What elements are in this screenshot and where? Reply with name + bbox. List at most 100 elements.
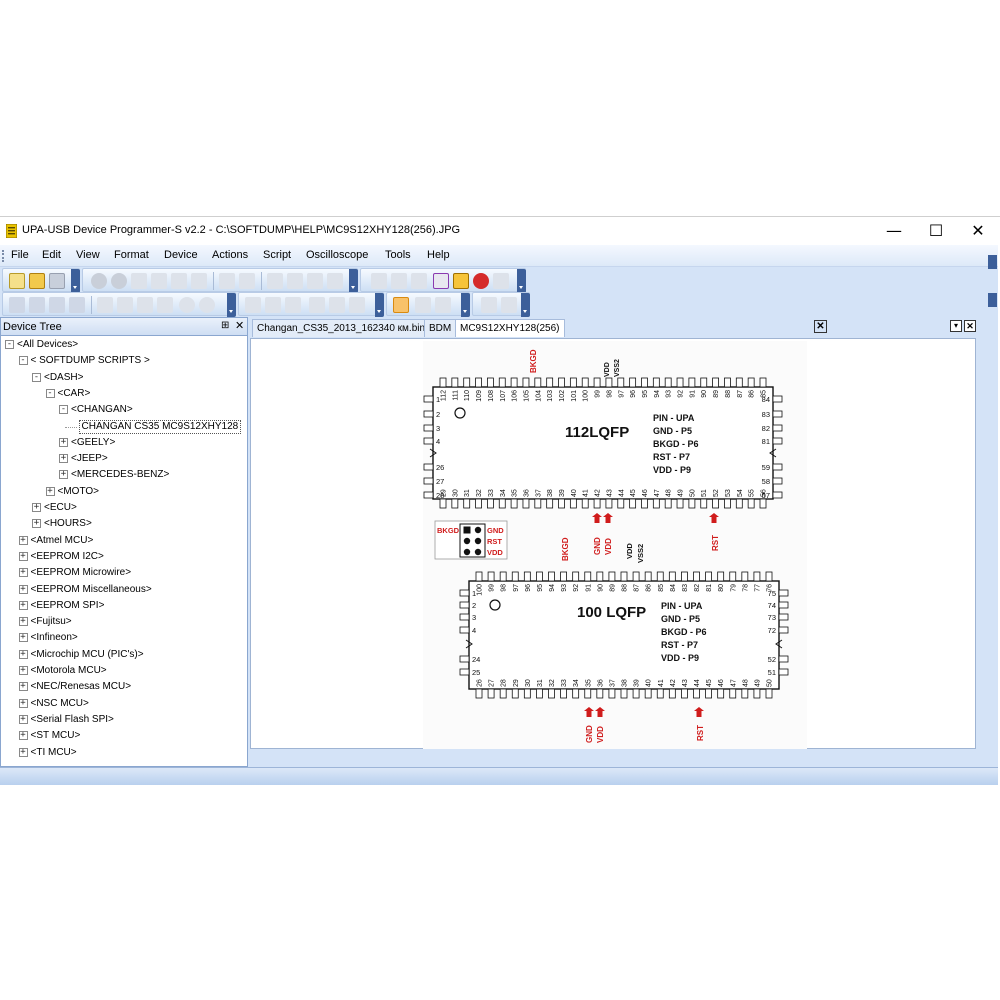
toolbar-overflow-icon[interactable] — [988, 293, 997, 307]
delete-icon[interactable] — [191, 273, 207, 289]
tree-toggle-icon[interactable]: + — [59, 470, 68, 480]
align-right-icon[interactable] — [349, 297, 365, 313]
italic-icon[interactable] — [265, 297, 281, 313]
tree-toggle-icon[interactable]: + — [18, 633, 28, 643]
tree-item[interactable]: <TI MCU> — [31, 747, 77, 759]
menu-format[interactable]: Format — [114, 249, 149, 261]
tree-toggle-icon[interactable]: - — [32, 372, 41, 382]
stop-icon[interactable] — [501, 297, 517, 313]
tree-toggle-icon[interactable]: + — [18, 714, 28, 724]
redo-icon[interactable] — [111, 273, 127, 289]
next-icon[interactable] — [137, 297, 153, 313]
tree-toggle-icon[interactable]: + — [18, 535, 28, 545]
document-menu-button[interactable]: ▾ — [950, 320, 962, 332]
first-icon[interactable] — [97, 297, 113, 313]
align-left-icon[interactable] — [309, 297, 325, 313]
select-area-icon[interactable] — [415, 297, 431, 313]
tree-item[interactable]: < SOFTDUMP SCRIPTS > — [31, 355, 150, 367]
tree-toggle-icon[interactable]: + — [18, 617, 28, 627]
toolbar-overflow-icon[interactable] — [375, 293, 384, 317]
tree-toggle-icon[interactable]: - — [5, 340, 14, 349]
pointer-icon[interactable] — [393, 297, 409, 313]
tab-changan-bin[interactable]: Changan_CS35_2013_162340 км.bin — [252, 319, 431, 337]
tree-toggle-icon[interactable]: + — [18, 731, 28, 741]
maximize-button[interactable]: ☐ — [914, 217, 958, 245]
save-icon[interactable] — [49, 273, 65, 289]
underline-icon[interactable] — [285, 297, 301, 313]
pin-icon[interactable]: ⊞ — [221, 320, 229, 331]
menu-tools[interactable]: Tools — [385, 249, 411, 261]
open-icon[interactable] — [29, 273, 45, 289]
menu-device[interactable]: Device — [164, 249, 198, 261]
tree-toggle-icon[interactable]: + — [18, 747, 28, 757]
debug-icon[interactable] — [473, 273, 489, 289]
tree-item[interactable]: CHANGAN CS35 MC9S12XHY128 — [78, 419, 242, 434]
memory-icon[interactable] — [411, 273, 427, 289]
toolbar-overflow-icon[interactable] — [227, 293, 236, 317]
prev-icon[interactable] — [117, 297, 133, 313]
forward-icon[interactable] — [199, 297, 215, 313]
tree-item[interactable]: <EEPROM Miscellaneous> — [31, 584, 152, 596]
menu-file[interactable]: File — [11, 249, 29, 261]
hand-icon[interactable] — [435, 297, 451, 313]
menu-actions[interactable]: Actions — [212, 249, 248, 261]
toolbar-overflow-icon[interactable] — [521, 293, 530, 317]
tree-item[interactable]: <DASH> — [44, 372, 83, 384]
copy-icon[interactable] — [151, 273, 167, 289]
menu-edit[interactable]: Edit — [42, 249, 61, 261]
tree-item[interactable]: <MOTO> — [58, 486, 100, 498]
tree-item[interactable]: <MERCEDES-BENZ> — [71, 469, 169, 481]
new-icon[interactable] — [9, 273, 25, 289]
toolbar-overflow-icon[interactable] — [517, 269, 526, 293]
tree-toggle-icon[interactable]: + — [45, 486, 55, 496]
tree-item[interactable]: <HOURS> — [44, 518, 92, 530]
tree-item[interactable]: <CAR> — [58, 388, 91, 400]
tree-item[interactable]: <All Devices> — [17, 339, 78, 351]
tree-item[interactable]: <ECU> — [44, 502, 77, 514]
zoom-in-icon[interactable] — [9, 297, 25, 313]
edit-script-icon[interactable] — [493, 273, 509, 289]
tree-toggle-icon[interactable]: - — [45, 388, 55, 398]
close-button[interactable]: ✕ — [956, 217, 1000, 245]
write-icon[interactable] — [391, 273, 407, 289]
read-icon[interactable] — [371, 273, 387, 289]
last-icon[interactable] — [157, 297, 173, 313]
script-run-icon[interactable] — [453, 273, 469, 289]
align-center-icon[interactable] — [329, 297, 345, 313]
tree-item[interactable]: <CHANGAN> — [71, 404, 133, 416]
tree-item[interactable]: <Microchip MCU (PIC's)> — [31, 649, 144, 661]
tree-item[interactable]: <ST MCU> — [31, 730, 81, 742]
tree-toggle-icon[interactable]: + — [18, 568, 28, 578]
toolbar-overflow-icon[interactable] — [461, 293, 470, 317]
compare-icon[interactable] — [307, 273, 323, 289]
tree-toggle-icon[interactable]: + — [18, 584, 28, 594]
fit-icon[interactable] — [49, 297, 65, 313]
bold-icon[interactable] — [245, 297, 261, 313]
close-panel-button[interactable]: ✕ — [235, 319, 244, 332]
refresh-icon[interactable] — [327, 273, 343, 289]
tree-item[interactable]: <Atmel MCU> — [31, 535, 94, 547]
tree-item[interactable]: <EEPROM Microwire> — [31, 567, 132, 579]
toolbar-overflow-icon[interactable] — [349, 269, 358, 293]
tree-toggle-icon[interactable]: - — [59, 405, 68, 415]
back-icon[interactable] — [179, 297, 195, 313]
tree-toggle-icon[interactable]: + — [18, 649, 28, 659]
move-icon[interactable] — [69, 297, 85, 313]
menu-oscilloscope[interactable]: Oscilloscope — [306, 249, 368, 261]
tree-toggle-icon[interactable]: + — [18, 600, 28, 610]
tree-toggle-icon[interactable]: + — [18, 682, 28, 692]
tree-item[interactable]: <Motorola MCU> — [31, 665, 107, 677]
script-icon[interactable] — [433, 273, 449, 289]
toolbar-overflow-icon[interactable] — [71, 269, 80, 293]
image-viewer[interactable]: 112 111 110 109 108 107 106 105 104 103 102 101 100 9… — [250, 338, 976, 749]
tree-toggle-icon[interactable]: + — [59, 437, 68, 447]
cut-icon[interactable] — [131, 273, 147, 289]
menu-help[interactable]: Help — [427, 249, 450, 261]
zoom-out-icon[interactable] — [29, 297, 45, 313]
checksum-icon[interactable] — [287, 273, 303, 289]
menubar-overflow-icon[interactable] — [988, 255, 997, 269]
document-close-button[interactable]: ✕ — [964, 320, 976, 332]
tree-toggle-icon[interactable]: - — [18, 356, 28, 366]
paste-icon[interactable] — [171, 273, 187, 289]
tree-item[interactable]: <Fujitsu> — [31, 616, 72, 628]
